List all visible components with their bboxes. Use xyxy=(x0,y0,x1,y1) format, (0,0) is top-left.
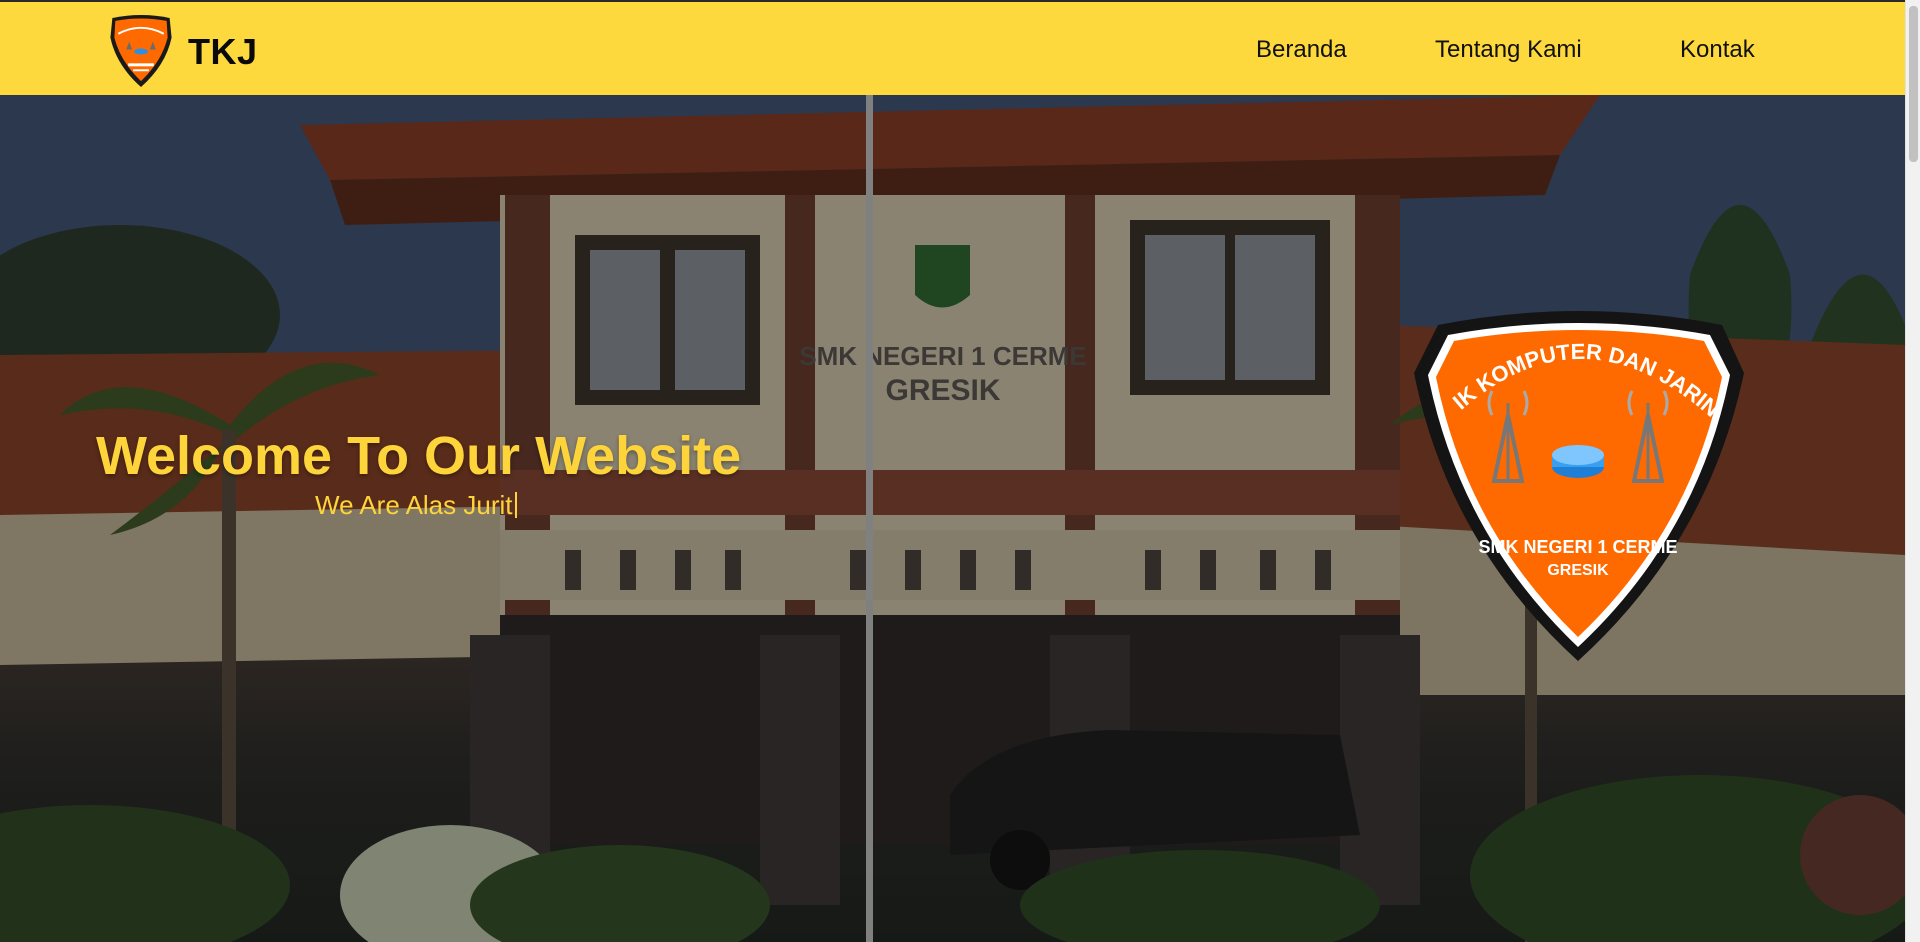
nav-link-tentang-kami[interactable]: Tentang Kami xyxy=(1435,36,1582,64)
hero-title: Welcome To Our Website xyxy=(96,426,742,486)
typing-caret xyxy=(514,492,517,518)
brand-link[interactable]: TKJ xyxy=(106,14,258,89)
router-icon xyxy=(1552,445,1604,478)
scrollbar-thumb[interactable] xyxy=(1909,6,1918,162)
hero-section: SMK NEGERI 1 CERME GRESIK Welcome To Our… xyxy=(0,95,1905,942)
tkj-emblem-image: TEKNIK KOMPUTER DAN JARINGAN SMK NEGERI … xyxy=(1408,303,1744,661)
nav-link-beranda[interactable]: Beranda xyxy=(1256,36,1347,64)
navbar: TKJ Beranda Tentang Kami Kontak xyxy=(0,0,1905,95)
brand-name: TKJ xyxy=(188,30,258,72)
page-scrollbar[interactable] xyxy=(1905,0,1920,942)
emblem-city: GRESIK xyxy=(1547,562,1609,579)
emblem-school: SMK NEGERI 1 CERME xyxy=(1478,537,1677,557)
hero-subtitle: We Are Alas Jurit xyxy=(315,490,517,521)
hero-subtitle-text: We Are Alas Jurit xyxy=(315,490,513,520)
nav-link-kontak[interactable]: Kontak xyxy=(1680,36,1755,64)
tkj-logo-icon xyxy=(110,14,172,88)
